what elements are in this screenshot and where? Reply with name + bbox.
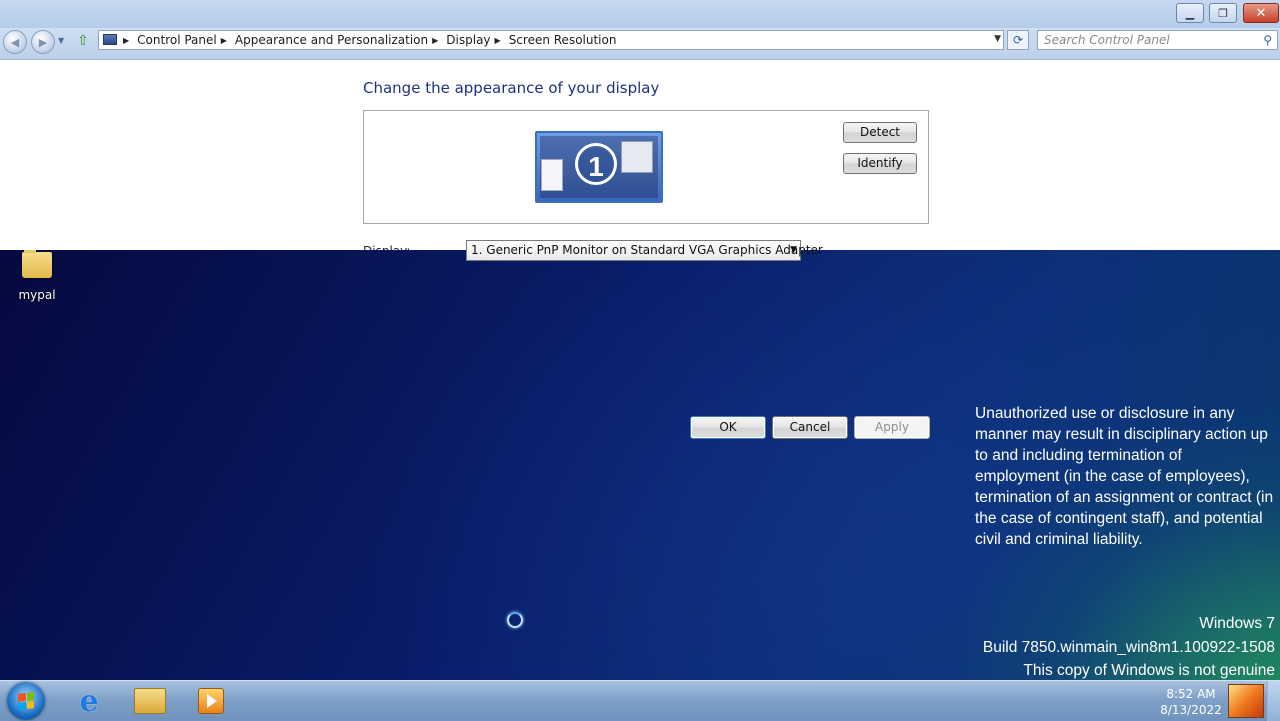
media-player-icon: [198, 688, 224, 714]
watermark-build: Build 7850.winmain_win8m1.100922-1508: [982, 638, 1275, 656]
warning-line: to and including termination of: [975, 447, 1182, 464]
clock-time: 8:52 AM: [1166, 687, 1216, 701]
windows-logo-icon: [18, 692, 34, 710]
breadcrumb-display[interactable]: Display: [446, 33, 490, 47]
display-field-label: Display:: [363, 243, 410, 250]
up-folder-icon[interactable]: ⇧: [77, 33, 93, 49]
ok-button[interactable]: OK: [690, 416, 766, 439]
control-panel-icon: [103, 34, 117, 45]
notification-image-icon[interactable]: [1228, 684, 1264, 718]
taskbar-windows-explorer[interactable]: [133, 684, 167, 718]
close-icon: ✕: [1255, 5, 1267, 21]
page-title: Change the appearance of your display: [363, 79, 660, 97]
minimize-icon: ▁: [1185, 6, 1195, 20]
forward-arrow-icon: ▶: [38, 35, 48, 49]
desktop-icon-mypal[interactable]: mypal: [12, 248, 62, 302]
taskbar: e 8:52 AM 8/13/2022: [0, 680, 1280, 721]
forward-button[interactable]: ▶: [31, 30, 55, 54]
cancel-button[interactable]: Cancel: [772, 416, 848, 439]
refresh-icon: ⟳: [1012, 33, 1024, 47]
system-clock[interactable]: 8:52 AM 8/13/2022: [1148, 686, 1234, 718]
warning-line: manner may result in disciplinary action…: [975, 426, 1268, 443]
warning-line: employment (in the case of employees),: [975, 468, 1250, 485]
restore-button[interactable]: ❐: [1209, 3, 1237, 23]
windows-explorer-icon: [134, 688, 166, 714]
document-thumbnail-icon: [541, 159, 563, 191]
taskbar-media-player[interactable]: [194, 684, 228, 718]
monitor-1-tile[interactable]: 1: [535, 131, 663, 203]
detect-button[interactable]: Detect: [843, 122, 917, 143]
warning-line: civil and criminal liability.: [975, 531, 1143, 548]
chevron-down-icon: ▼: [790, 245, 797, 255]
desktop-icon-label: mypal: [18, 288, 56, 302]
window-thumbnail-icon: [621, 141, 653, 173]
recent-pages-dropdown-icon[interactable]: ▼: [58, 36, 64, 45]
breadcrumb: ▶ Control Panel ▶ Appearance and Persona…: [123, 33, 616, 47]
busy-cursor-icon: [507, 612, 523, 628]
breadcrumb-separator-icon[interactable]: ▶: [432, 36, 438, 45]
taskbar-internet-explorer[interactable]: e: [72, 683, 106, 719]
clock-date: 8/13/2022: [1160, 703, 1222, 717]
start-button[interactable]: [7, 682, 45, 720]
folder-icon: [22, 248, 52, 278]
apply-button[interactable]: Apply: [854, 416, 930, 439]
navigation-bar: ◀ ▶ ▼ ⇧ ▶ Control Panel ▶ Appearance and…: [0, 28, 1280, 60]
screen-resolution-window: ▁ ❐ ✕ ◀ ▶ ▼ ⇧ ▶ Control Panel ▶ Appearan…: [0, 0, 1280, 250]
window-edge: [1224, 248, 1280, 250]
identify-button[interactable]: Identify: [843, 153, 917, 174]
search-icon[interactable]: ⚲: [1263, 33, 1272, 47]
close-button[interactable]: ✕: [1243, 3, 1279, 23]
breadcrumb-separator-icon[interactable]: ▶: [221, 36, 227, 45]
watermark-product: Windows 7: [1199, 615, 1275, 632]
breadcrumb-screen-resolution[interactable]: Screen Resolution: [509, 33, 617, 47]
warning-line: the case of contingent staff), and poten…: [975, 510, 1263, 527]
title-bar[interactable]: ▁ ❐ ✕: [0, 0, 1280, 28]
back-arrow-icon: ◀: [10, 35, 20, 49]
warning-line: Unauthorized use or disclosure in any: [975, 405, 1235, 422]
back-button[interactable]: ◀: [3, 30, 27, 54]
legal-warning-text: Unauthorized use or disclosure in any ma…: [975, 403, 1280, 550]
minimize-button[interactable]: ▁: [1176, 3, 1204, 23]
display-select-value: 1. Generic PnP Monitor on Standard VGA G…: [471, 243, 823, 257]
breadcrumb-control-panel[interactable]: Control Panel: [137, 33, 217, 47]
show-desktop-button[interactable]: [1267, 681, 1280, 721]
display-select[interactable]: 1. Generic PnP Monitor on Standard VGA G…: [466, 240, 823, 261]
search-box[interactable]: ⚲: [1037, 30, 1278, 50]
refresh-button[interactable]: ⟳: [1007, 30, 1029, 50]
breadcrumb-separator-icon[interactable]: ▶: [495, 36, 501, 45]
address-dropdown-icon[interactable]: ▼: [994, 34, 1001, 44]
monitor-number-badge: 1: [575, 143, 617, 185]
windows-watermark: Windows 7 Build 7850.winmain_win8m1.1009…: [983, 612, 1275, 683]
search-input[interactable]: [1044, 32, 1249, 48]
address-bar[interactable]: ▶ Control Panel ▶ Appearance and Persona…: [98, 30, 1004, 50]
breadcrumb-appearance[interactable]: Appearance and Personalization: [235, 33, 428, 47]
restore-icon: ❐: [1218, 6, 1228, 20]
breadcrumb-separator-icon[interactable]: ▶: [123, 36, 129, 45]
watermark-genuine-notice: This copy of Windows is not genuine: [1023, 662, 1275, 679]
internet-explorer-icon: e: [79, 683, 99, 719]
warning-line: termination of an assignment or contract…: [975, 489, 1274, 506]
